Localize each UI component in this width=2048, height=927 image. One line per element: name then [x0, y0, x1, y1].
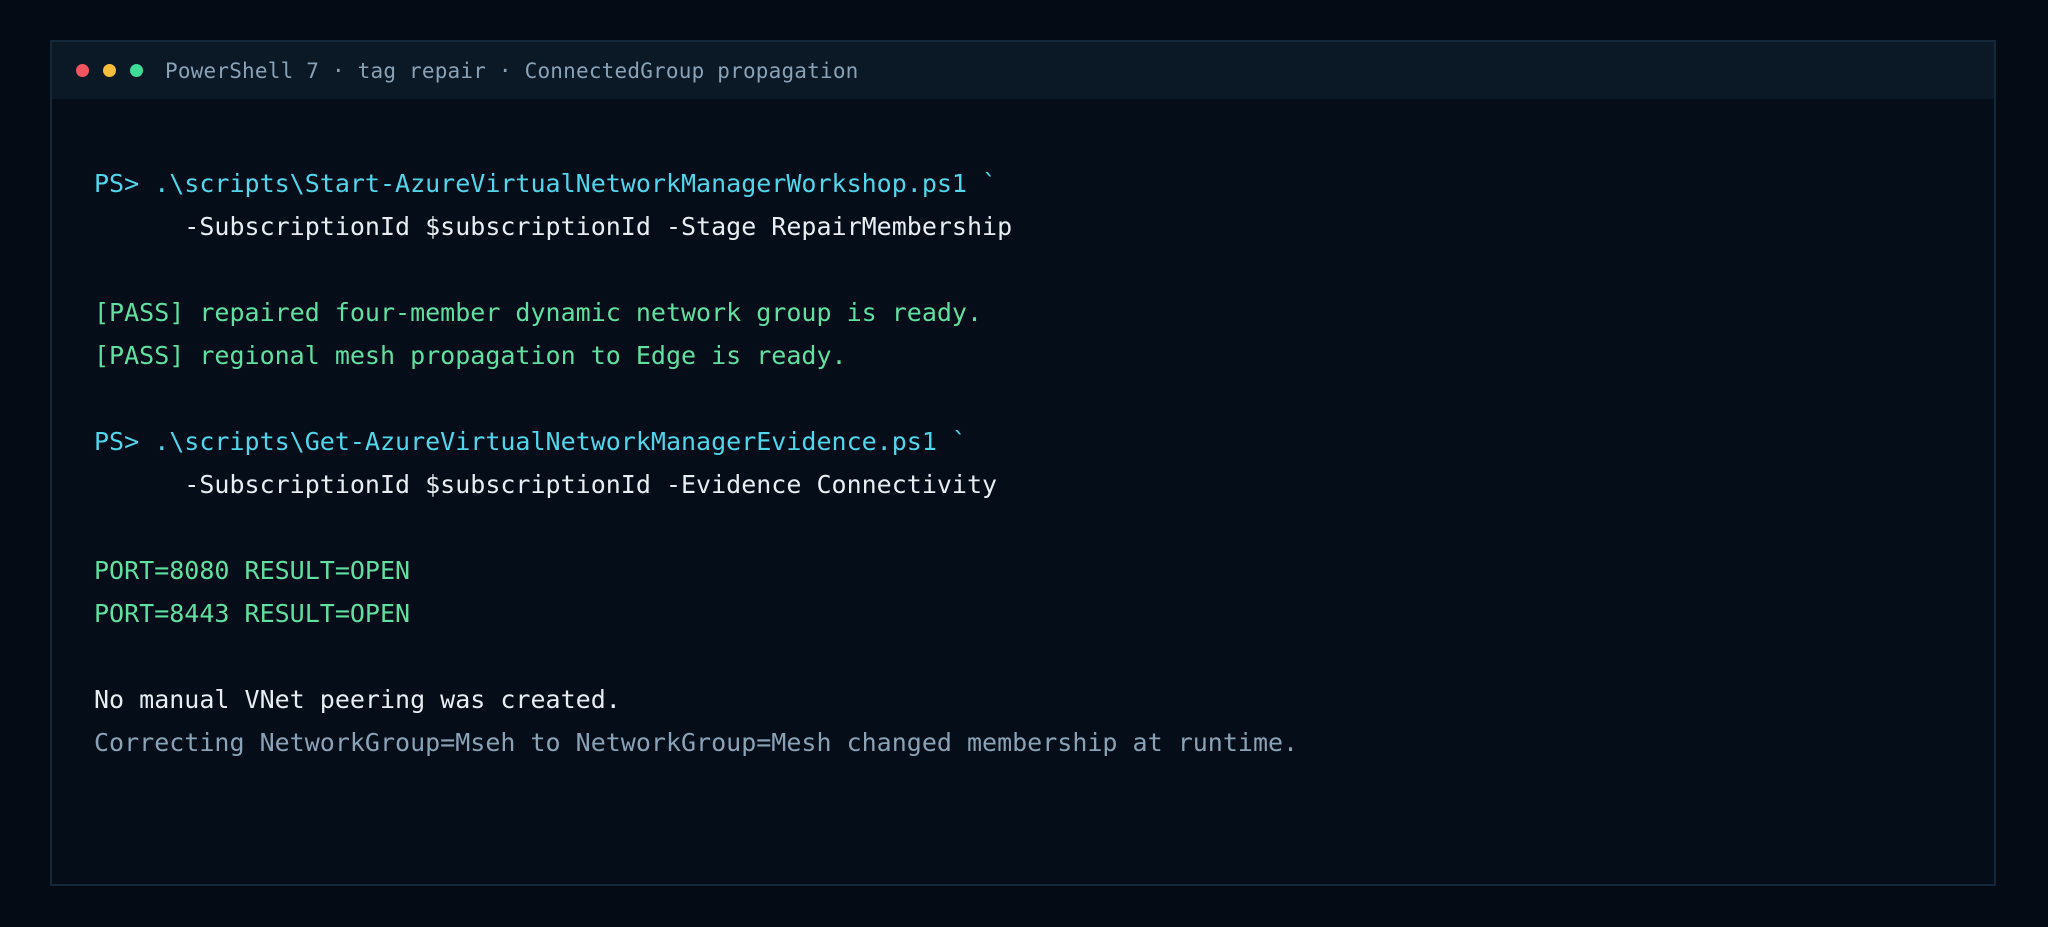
window-titlebar[interactable]: PowerShell 7 · tag repair · ConnectedGro… — [52, 42, 1994, 99]
window-title: PowerShell 7 · tag repair · ConnectedGro… — [165, 58, 859, 83]
command-line: PS> .\scripts\Get-AzureVirtualNetworkMan… — [94, 427, 967, 456]
maximize-button[interactable] — [130, 64, 143, 77]
command-args-line: -SubscriptionId $subscriptionId -Evidenc… — [94, 470, 998, 499]
window-controls — [76, 64, 143, 77]
terminal-window: PowerShell 7 · tag repair · ConnectedGro… — [50, 40, 1996, 886]
pass-line: [PASS] repaired four-member dynamic netw… — [94, 298, 983, 327]
summary-line: No manual VNet peering was created. — [94, 685, 621, 714]
pass-line: [PASS] regional mesh propagation to Edge… — [94, 341, 847, 370]
close-button[interactable] — [76, 64, 89, 77]
port-result-line: PORT=8443 RESULT=OPEN — [94, 599, 411, 628]
terminal-output[interactable]: PS> .\scripts\Start-AzureVirtualNetworkM… — [94, 162, 1974, 864]
minimize-button[interactable] — [103, 64, 116, 77]
port-result-line: PORT=8080 RESULT=OPEN — [94, 556, 411, 585]
command-line: PS> .\scripts\Start-AzureVirtualNetworkM… — [94, 169, 998, 198]
command-args-line: -SubscriptionId $subscriptionId -Stage R… — [94, 212, 1013, 241]
note-line: Correcting NetworkGroup=Mseh to NetworkG… — [94, 728, 1299, 757]
